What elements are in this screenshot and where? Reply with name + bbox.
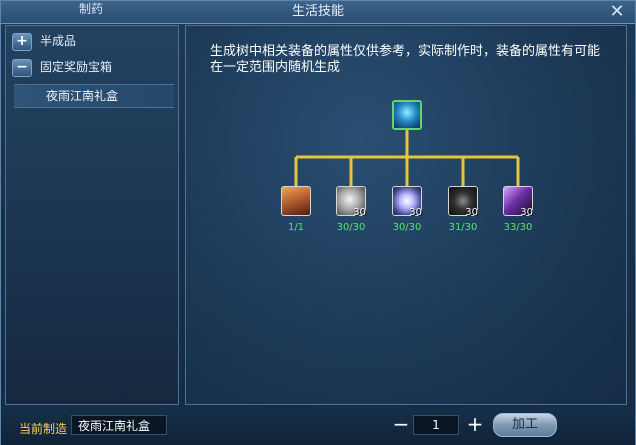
category-label: 半成品 — [40, 34, 77, 48]
book-icon[interactable] — [281, 186, 311, 216]
category-fixed-reward-chest[interactable]: − 固定奖励宝箱 — [10, 56, 174, 78]
window-title: 生活技能 — [291, 4, 344, 19]
current-craft-value: 夜雨江南礼盒 — [71, 415, 167, 435]
blue-crystal-icon[interactable] — [392, 100, 422, 130]
stack-count: 30 — [409, 207, 422, 218]
category-label: 固定奖励宝箱 — [40, 60, 113, 74]
recipe-tree-lines — [294, 130, 520, 186]
white-gem-icon[interactable]: 30 — [392, 186, 422, 218]
black-rope-icon[interactable]: 30 — [448, 186, 478, 218]
life-skill-window: 制药 生活技能 ✕ + 半成品 − 固定奖励宝箱 夜雨江南礼盒 生成树中相关装备… — [0, 0, 636, 445]
craft-button[interactable]: 加工 — [493, 413, 557, 437]
material-progress: 31/30 — [448, 222, 478, 233]
material-progress: 30/30 — [392, 222, 422, 233]
expand-icon[interactable]: + — [12, 33, 32, 51]
quantity-input[interactable]: 1 — [413, 415, 459, 435]
material-progress: 33/30 — [503, 222, 533, 233]
title-bar[interactable]: 制药 生活技能 ✕ — [1, 1, 635, 24]
crafting-footer: 当前制造 夜雨江南礼盒 − 1 + 加工 — [1, 407, 635, 445]
recipe-item-label: 夜雨江南礼盒 — [46, 89, 119, 103]
recipe-item[interactable]: 夜雨江南礼盒 — [14, 84, 174, 108]
decrease-quantity-button[interactable]: − — [391, 414, 411, 435]
collapse-icon[interactable]: − — [12, 59, 32, 77]
purple-blade-icon[interactable]: 30 — [503, 186, 533, 218]
category-semi-finished[interactable]: + 半成品 — [10, 30, 174, 52]
current-craft-label: 当前制造 — [19, 422, 68, 436]
material-progress: 30/30 — [336, 222, 366, 233]
silver-coin-icon[interactable]: 30 — [336, 186, 366, 218]
recipe-sidebar: + 半成品 − 固定奖励宝箱 夜雨江南礼盒 — [5, 25, 179, 405]
increase-quantity-button[interactable]: + — [465, 414, 485, 435]
recipe-tree-panel: 生成树中相关装备的属性仅供参考，实际制作时，装备的属性有可能在一定范围内随机生成… — [185, 25, 627, 405]
close-icon[interactable]: ✕ — [607, 2, 627, 22]
stack-count: 30 — [520, 207, 533, 218]
material-progress: 1/1 — [287, 222, 305, 233]
stack-count: 30 — [465, 207, 478, 218]
stack-count: 30 — [353, 207, 366, 218]
